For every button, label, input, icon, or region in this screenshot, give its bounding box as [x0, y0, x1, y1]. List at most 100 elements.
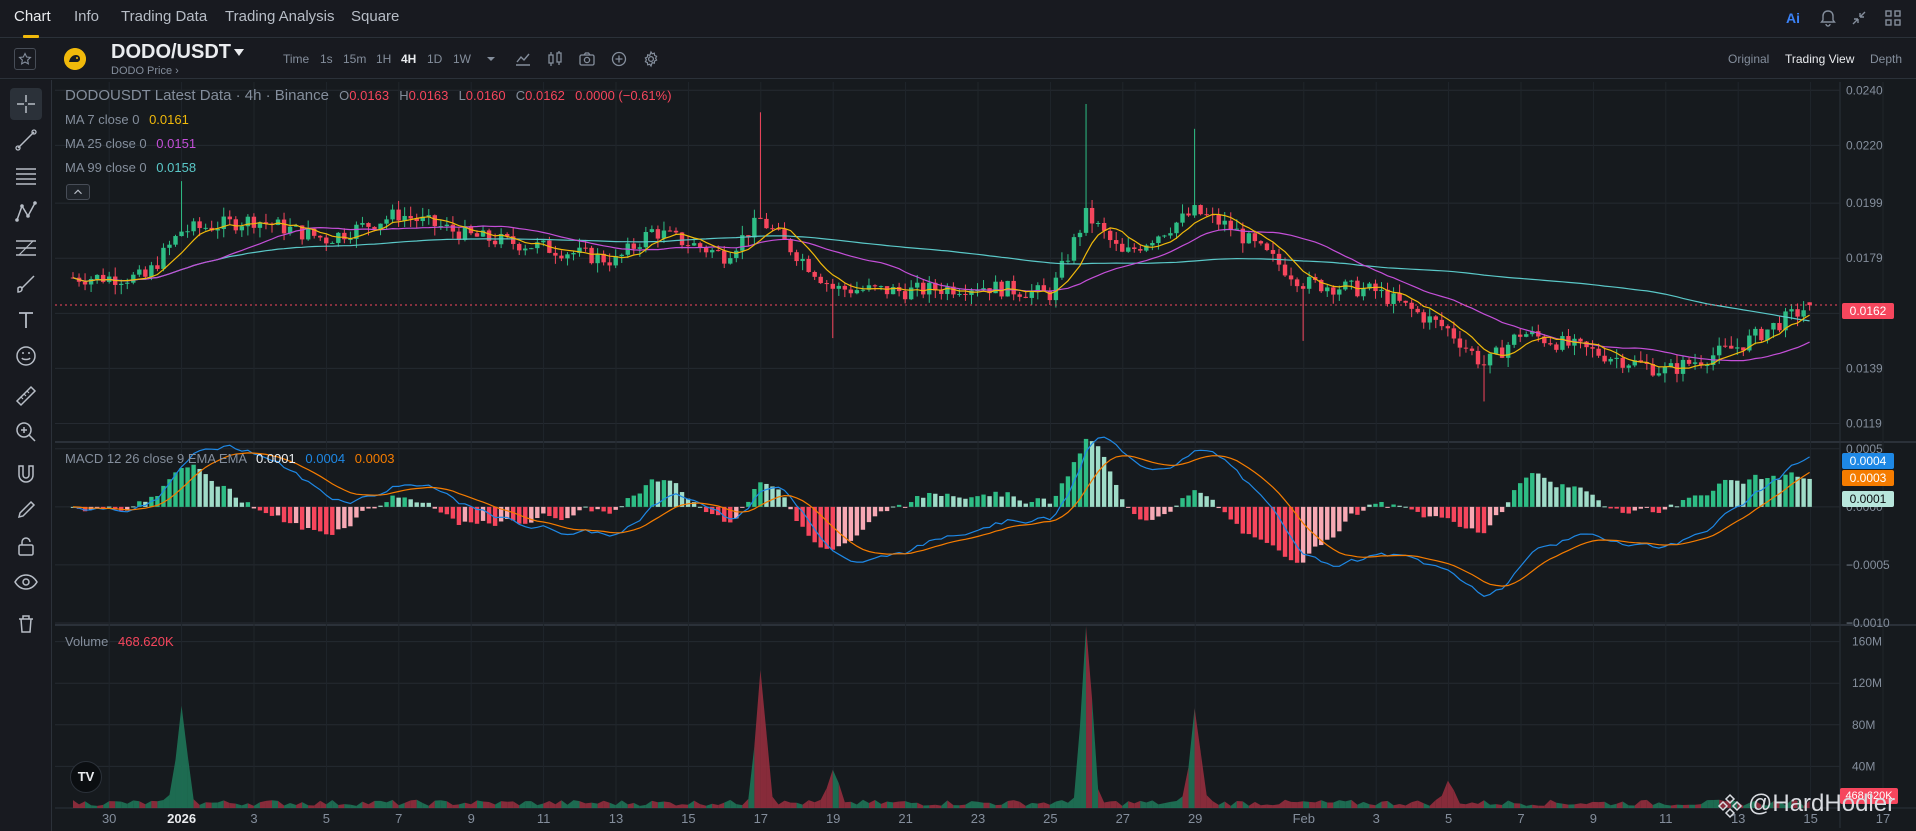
macd-histogram-bar	[1668, 504, 1674, 507]
text-tool-icon[interactable]	[10, 304, 42, 336]
macd-histogram-bar	[1475, 506, 1481, 533]
volume-area-segment	[778, 800, 785, 808]
macd-histogram-bar	[571, 506, 576, 516]
tab-trading-analysis[interactable]: Trading Analysis	[225, 8, 335, 25]
price-chart[interactable]: 0.02400.02200.01990.01790.01590.01390.01…	[0, 0, 1916, 831]
volume-area-segment	[838, 783, 845, 808]
macd-histogram-bar	[312, 506, 317, 530]
collapse-icon[interactable]	[1849, 8, 1869, 28]
volume-area-segment	[1086, 626, 1093, 808]
timeframe-1d[interactable]: 1D	[427, 52, 442, 66]
more-timeframes-chevron-icon[interactable]	[482, 50, 500, 68]
volume-area-segment	[712, 803, 719, 808]
candle-body	[263, 222, 269, 224]
tradingview-logo[interactable]: TV	[70, 761, 102, 793]
chart-type-candles-icon[interactable]	[546, 50, 564, 68]
macd-histogram-bar	[1632, 506, 1637, 511]
tab-info[interactable]: Info	[74, 8, 99, 25]
volume-area-segment	[591, 802, 598, 808]
pattern-tool-icon[interactable]	[10, 196, 42, 228]
candle-body	[1698, 362, 1704, 366]
macd-histogram-bar	[1288, 506, 1294, 561]
view-original[interactable]: Original	[1728, 52, 1769, 66]
candle-body	[872, 285, 878, 287]
ma7-legend[interactable]: MA 7 close 0 0.0161	[65, 112, 189, 127]
settings-gear-icon[interactable]	[642, 50, 660, 68]
macd-histogram-bar	[227, 488, 232, 507]
macd-legend[interactable]: MACD 12 26 close 9 EMA EMA 0.0001 0.0004…	[65, 451, 395, 466]
candle-body	[1409, 302, 1414, 309]
volume-area-segment	[874, 800, 882, 808]
candle-body	[462, 226, 468, 240]
candle-body	[318, 235, 323, 238]
tab-square[interactable]: Square	[351, 8, 399, 25]
candle-body	[1771, 323, 1776, 330]
candle-body	[1246, 233, 1252, 244]
macd-histogram-bar	[1704, 495, 1710, 507]
candle-body	[1511, 334, 1517, 345]
lock-drawing-pencil-icon[interactable]	[10, 494, 42, 526]
candle-body	[76, 277, 82, 282]
macd-histogram-bar	[896, 504, 902, 507]
macd-histogram-bar	[1065, 476, 1071, 507]
trend-line-icon[interactable]	[10, 124, 42, 156]
macd-histogram-bar	[119, 506, 124, 511]
lock-icon[interactable]	[10, 530, 42, 562]
candle-body	[655, 229, 661, 239]
candle-body	[149, 265, 154, 277]
ma25-legend[interactable]: MA 25 close 0 0.0151	[65, 136, 196, 151]
macd-histogram-bar	[1107, 471, 1113, 507]
macd-histogram-bar	[824, 506, 829, 549]
timeframe-15m[interactable]: 15m	[343, 52, 366, 66]
candle-body	[1101, 223, 1107, 231]
indicators-icon[interactable]	[514, 50, 532, 68]
camera-snapshot-icon[interactable]	[578, 50, 596, 68]
zoom-in-icon[interactable]	[10, 416, 42, 448]
ma99-legend[interactable]: MA 99 close 0 0.0158	[65, 160, 196, 175]
layout-grid-icon[interactable]	[1883, 8, 1903, 28]
candle-body	[106, 276, 112, 282]
fibonacci-tool-icon[interactable]	[10, 232, 42, 264]
candle-body	[764, 218, 769, 229]
volume-area-segment	[1423, 803, 1430, 808]
macd-histogram-bar	[293, 506, 299, 524]
collapse-legend-chevron-icon[interactable]	[66, 184, 90, 200]
emoji-smile-icon[interactable]	[10, 340, 42, 372]
brush-icon[interactable]	[10, 268, 42, 300]
trash-icon[interactable]	[10, 608, 42, 640]
crosshair-icon[interactable]	[10, 88, 42, 120]
macd-histogram-bar	[1228, 506, 1233, 520]
volume-area-segment	[1061, 800, 1068, 808]
volume-legend[interactable]: Volume 468.620K	[65, 634, 174, 649]
volume-area-segment	[899, 801, 906, 808]
macd-histogram-bar	[1270, 506, 1276, 546]
tab-chart[interactable]: Chart	[14, 8, 51, 25]
candle-body	[1276, 253, 1282, 265]
macd-histogram-bar	[776, 489, 781, 507]
volume-area-segment	[1146, 800, 1153, 808]
symbol-selector[interactable]: DODO/USDT	[111, 41, 231, 64]
eye-visibility-icon[interactable]	[10, 566, 42, 598]
view-trading-view[interactable]: Trading View	[1785, 52, 1854, 66]
macd-histogram-bar	[1252, 506, 1258, 538]
view-depth[interactable]: Depth	[1870, 52, 1902, 66]
bell-icon[interactable]	[1818, 8, 1838, 28]
macd-histogram-bar	[1457, 506, 1463, 527]
timeframe-1w[interactable]: 1W	[453, 52, 471, 66]
volume-pane	[73, 626, 1810, 808]
timeframe-1h[interactable]: 1H	[376, 52, 391, 66]
timeframe-1s[interactable]: 1s	[320, 52, 333, 66]
horizontal-lines-icon[interactable]	[10, 160, 42, 192]
chevron-down-icon[interactable]	[234, 49, 244, 56]
ai-icon[interactable]: Ai	[1786, 10, 1806, 30]
macd-histogram-bar	[299, 506, 305, 530]
volume-area-segment	[1164, 801, 1171, 808]
volume-area-segment	[1134, 800, 1141, 808]
volume-area-segment	[1285, 799, 1292, 808]
timeframe-4h[interactable]: 4H	[401, 52, 416, 66]
favorite-star-icon[interactable]	[14, 48, 36, 70]
add-plus-circle-icon[interactable]	[610, 50, 628, 68]
ruler-measure-icon[interactable]	[10, 380, 42, 412]
tab-trading-data[interactable]: Trading Data	[121, 8, 207, 25]
magnet-icon[interactable]	[10, 458, 42, 490]
